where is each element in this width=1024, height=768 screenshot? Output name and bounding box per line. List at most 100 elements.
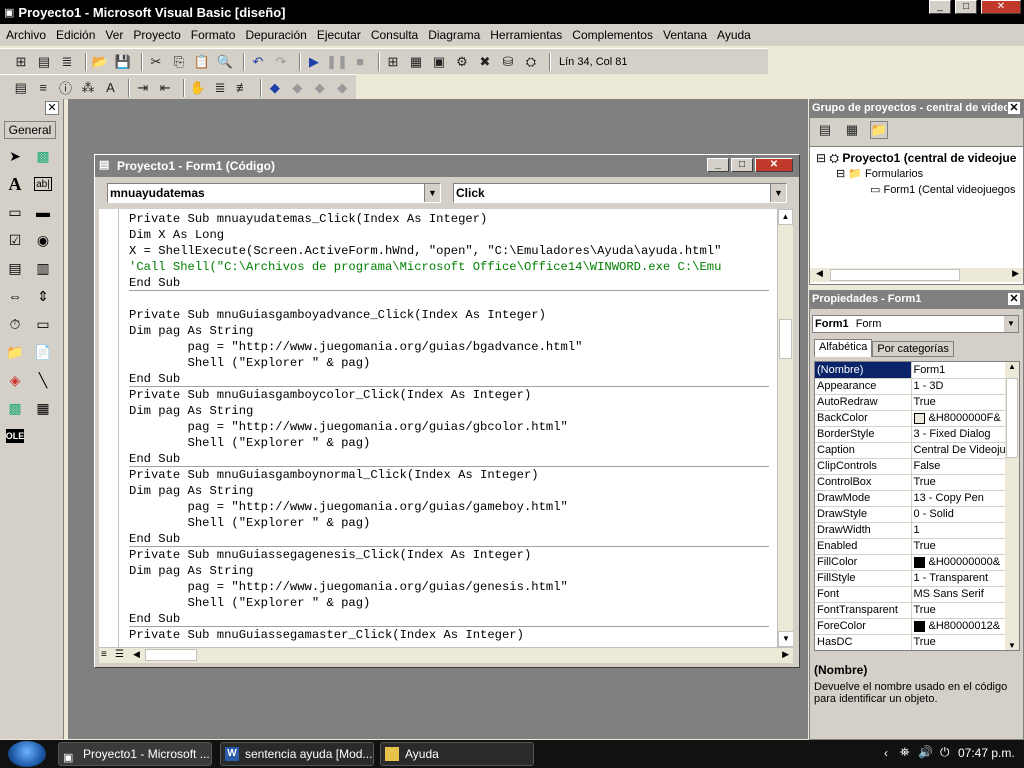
quick-info-icon[interactable]: ⓘ: [57, 79, 74, 97]
procedure-combo[interactable]: Click ▼: [453, 183, 787, 203]
outdent-icon[interactable]: ⇤: [157, 79, 174, 97]
complete-word-icon[interactable]: A: [102, 79, 119, 97]
code-line[interactable]: End Sub: [129, 611, 769, 627]
textbox-tool-icon[interactable]: ab|: [34, 177, 52, 191]
menu-item-12[interactable]: Ayuda: [717, 28, 751, 42]
property-value[interactable]: True: [911, 634, 1007, 650]
code-line[interactable]: pag = "http://www.juegomania.org/guias/b…: [129, 339, 769, 355]
code-line[interactable]: Dim pag As String: [129, 323, 769, 339]
list-constants-icon[interactable]: ≡: [34, 79, 51, 97]
tray-expand-icon[interactable]: ‹: [884, 746, 888, 760]
menu-item-4[interactable]: Formato: [191, 28, 236, 42]
property-row[interactable]: HasDC True: [815, 634, 1007, 650]
property-value[interactable]: &H8000000F&: [911, 410, 1007, 427]
scroll-left-icon[interactable]: ◀: [133, 649, 140, 660]
property-row[interactable]: BackColor &H8000000F&: [815, 410, 1007, 427]
clear-bookmarks-icon[interactable]: ◆: [333, 79, 350, 97]
scroll-up-icon[interactable]: ▲: [1008, 362, 1016, 371]
code-line[interactable]: Shell ("Explorer " & pag): [129, 515, 769, 531]
property-row[interactable]: AutoRedraw True: [815, 394, 1007, 411]
property-row[interactable]: Font MS Sans Serif: [815, 586, 1007, 603]
start-button[interactable]: [8, 741, 46, 767]
undo-icon[interactable]: ↶: [249, 53, 267, 71]
indent-icon[interactable]: ⇥: [134, 79, 151, 97]
properties-grid[interactable]: (Nombre) Form1 Appearance 1 - 3D AutoRedraw T…: [815, 362, 1007, 650]
clock[interactable]: 07:47 p.m.: [958, 746, 1015, 760]
property-value[interactable]: 3 - Fixed Dialog: [911, 426, 1007, 443]
code-line[interactable]: pag = "http://www.juegomania.org/guias/g…: [129, 579, 769, 595]
form-node[interactable]: ▭ Form1 (Cental videojuegos: [870, 183, 1016, 196]
chevron-down-icon[interactable]: ▼: [424, 184, 440, 202]
indicator-margin[interactable]: [99, 209, 119, 647]
property-value[interactable]: True: [911, 538, 1007, 555]
code-line[interactable]: End Sub: [129, 531, 769, 547]
code-line[interactable]: [129, 291, 769, 307]
property-row[interactable]: BorderStyle 3 - Fixed Dialog: [815, 426, 1007, 443]
code-close-button[interactable]: ✕: [755, 158, 793, 172]
properties-close-icon[interactable]: ✕: [1007, 292, 1021, 306]
component-manager-icon[interactable]: ⛭: [522, 53, 540, 71]
code-line[interactable]: Shell ("Explorer " & pag): [129, 355, 769, 371]
timer-tool-icon[interactable]: ⏱: [4, 313, 26, 335]
property-value[interactable]: 1 - 3D: [911, 378, 1007, 395]
redo-icon[interactable]: ↷: [272, 53, 290, 71]
property-row[interactable]: (Nombre) Form1: [815, 362, 1007, 379]
toolbox-close-icon[interactable]: ✕: [45, 101, 59, 115]
scroll-down-icon[interactable]: ▼: [1008, 641, 1016, 650]
code-line[interactable]: Private Sub mnuGuiassegamaster_Click(Ind…: [129, 627, 769, 643]
project-hscrollbar[interactable]: ◀ ▶: [810, 268, 1023, 282]
hscrollbar-tool-icon[interactable]: ⇔: [4, 285, 26, 307]
object-browser-icon[interactable]: ⚙: [453, 53, 471, 71]
start-icon[interactable]: ▶: [305, 53, 323, 71]
property-value[interactable]: 0 - Solid: [911, 506, 1007, 523]
property-row[interactable]: DrawMode 13 - Copy Pen: [815, 490, 1007, 507]
code-line[interactable]: pag = "http://www.juegomania.org/guias/g…: [129, 499, 769, 515]
project-explorer-icon[interactable]: ⊞: [384, 53, 402, 71]
view-object-icon[interactable]: ▦: [843, 121, 861, 139]
minimize-button[interactable]: _: [929, 0, 951, 14]
volume-icon[interactable]: 🔊: [918, 745, 933, 759]
parameter-info-icon[interactable]: ⁂: [79, 79, 96, 97]
menu-item-7[interactable]: Consulta: [371, 28, 418, 42]
pointer-tool-icon[interactable]: ➤: [4, 145, 26, 167]
close-button[interactable]: ✕: [981, 0, 1021, 14]
menu-item-10[interactable]: Complementos: [572, 28, 653, 42]
property-value[interactable]: &H80000012&: [911, 618, 1007, 635]
data-tool-icon[interactable]: ▦: [32, 397, 54, 419]
menu-item-5[interactable]: Depuración: [245, 28, 306, 42]
add-form-icon[interactable]: ▤: [35, 53, 53, 71]
property-row[interactable]: ForeColor &H80000012&: [815, 618, 1007, 635]
toolbox-tab-general[interactable]: General: [4, 121, 56, 139]
property-row[interactable]: FontTransparent True: [815, 602, 1007, 619]
code-line[interactable]: Private Sub mnuGuiasgamboycolor_Click(In…: [129, 387, 769, 403]
open-icon[interactable]: 📂: [91, 53, 109, 71]
chevron-down-icon[interactable]: ▼: [1004, 316, 1018, 332]
tab-por-categorias[interactable]: Por categorías: [872, 341, 954, 357]
code-line[interactable]: Dim pag As String: [129, 483, 769, 499]
code-line[interactable]: pag = "http://www.juegomania.org/guias/g…: [129, 419, 769, 435]
property-value[interactable]: Form1: [911, 362, 1007, 379]
menu-item-3[interactable]: Proyecto: [133, 28, 180, 42]
commandbutton-tool-icon[interactable]: ▬: [32, 201, 54, 223]
shape-tool-icon[interactable]: ◈: [4, 369, 26, 391]
properties-window-icon[interactable]: ▦: [407, 53, 425, 71]
property-value[interactable]: 1 - Transparent: [911, 570, 1007, 587]
menu-item-0[interactable]: Archivo: [6, 28, 46, 42]
code-text[interactable]: Private Sub mnuayudatemas_Click(Index As…: [129, 211, 769, 643]
drivelistbox-tool-icon[interactable]: ▭: [32, 313, 54, 335]
property-value[interactable]: True: [911, 474, 1007, 491]
menu-item-1[interactable]: Edición: [56, 28, 95, 42]
scroll-up-icon[interactable]: ▲: [778, 209, 793, 225]
property-value[interactable]: 13 - Copy Pen: [911, 490, 1007, 507]
menu-item-8[interactable]: Diagrama: [428, 28, 480, 42]
combobox-tool-icon[interactable]: ▤: [4, 257, 26, 279]
power-icon[interactable]: ⏻: [940, 745, 950, 760]
scroll-left-icon[interactable]: ◀: [816, 268, 823, 279]
full-module-view-icon[interactable]: ☰: [115, 649, 124, 660]
code-line[interactable]: Private Sub mnuGuiassegagenesis_Click(In…: [129, 547, 769, 563]
property-value[interactable]: True: [911, 602, 1007, 619]
dirlistbox-tool-icon[interactable]: 📁: [4, 341, 26, 363]
filelistbox-tool-icon[interactable]: 📄: [32, 341, 54, 363]
network-icon[interactable]: ⛯: [900, 745, 910, 760]
ole-tool-icon[interactable]: OLE: [6, 429, 24, 443]
